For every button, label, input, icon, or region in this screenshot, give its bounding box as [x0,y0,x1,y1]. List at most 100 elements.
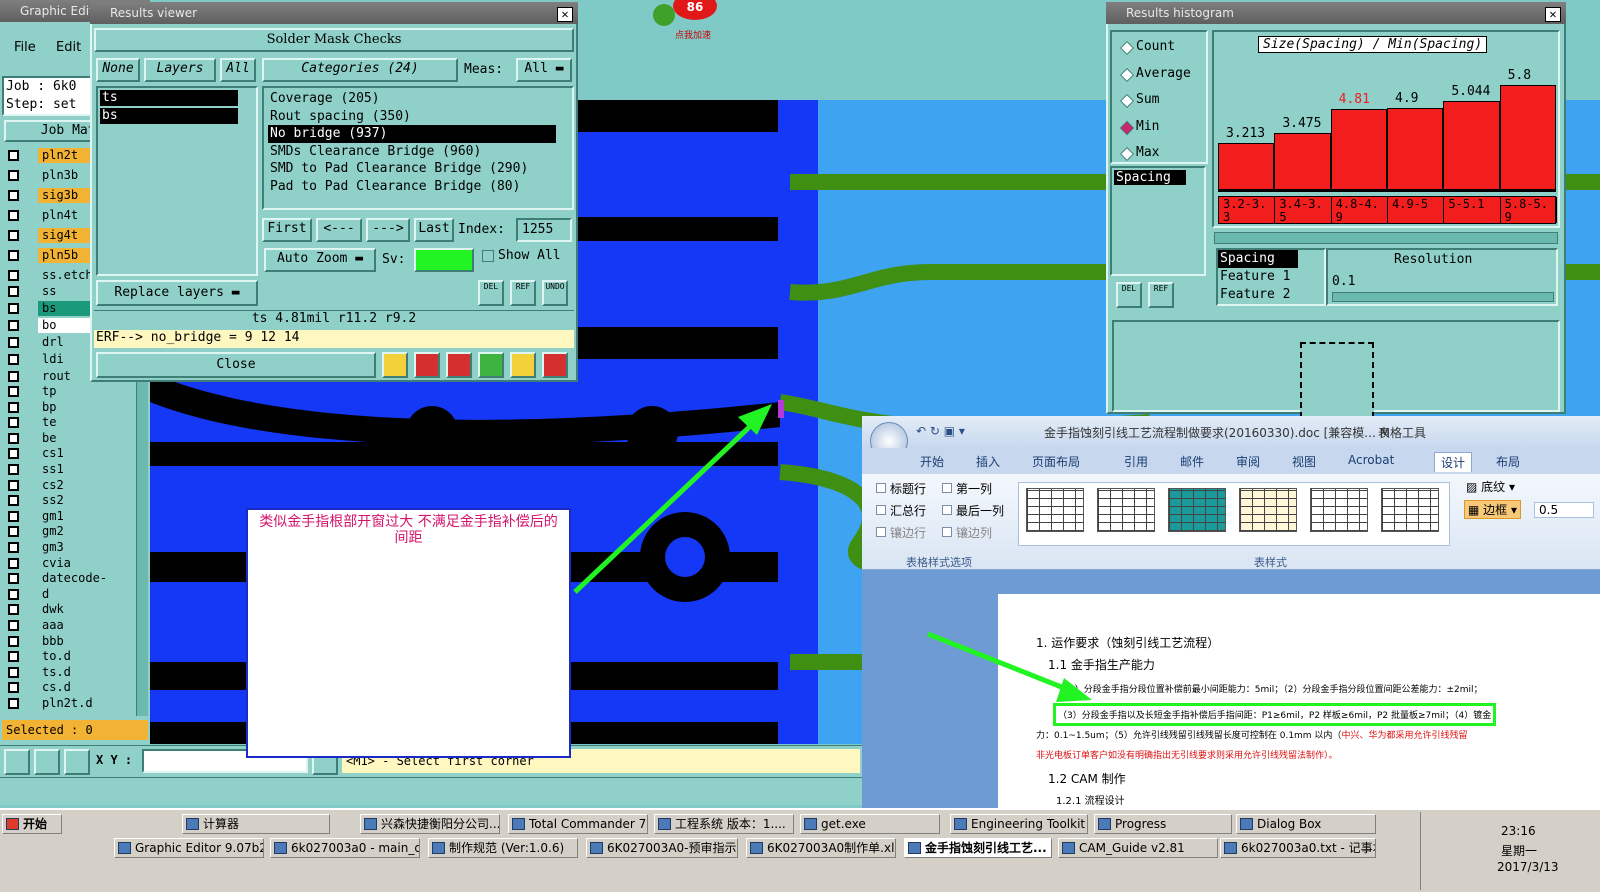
layer-row[interactable]: te [6,415,120,431]
layer-row[interactable]: datecode-pbe [6,571,120,602]
result-layer-item[interactable]: ts [100,90,238,106]
layer-row[interactable]: gm3 [6,540,120,555]
taskbar-item[interactable]: 金手指蚀刻引线工艺... [904,838,1052,858]
taskbar-item[interactable]: 6k027003a0 - main_qa [270,838,420,858]
taskbar-item[interactable]: Graphic Editor 9.07b2 (0... [114,838,264,858]
table-style-option[interactable]: 汇总行 [876,502,926,519]
stat-option[interactable]: Sum [1118,89,1208,111]
layer-row[interactable]: bbb [6,633,120,649]
histogram-title[interactable]: Results histogram [1106,2,1566,24]
layer-checkbox[interactable] [8,320,19,331]
table-style-thumbnail[interactable] [1097,488,1155,532]
taskbar-item[interactable]: Engineering Toolkit 9.... [950,814,1088,834]
sv-color-dropdown[interactable] [414,248,474,272]
category-item[interactable]: SMD to Pad Clearance Bridge (290) [268,160,568,178]
table-style-option[interactable]: 标题行 [876,480,926,497]
taskbar-item[interactable]: 兴森快捷衡阳分公司... [360,814,500,834]
prev-button[interactable]: <--- [316,218,362,242]
del-button[interactable]: DEL [1116,282,1142,308]
layer-checkbox[interactable] [8,354,19,365]
ribbon-tab[interactable]: Acrobat [1342,452,1400,468]
option-checkbox[interactable] [942,527,952,537]
table-style-option[interactable]: 镶边行 [876,524,926,541]
layer-checkbox[interactable] [8,479,19,491]
table-style-option[interactable]: 第一列 [942,480,992,497]
layer-checkbox[interactable] [8,190,19,201]
layer-row[interactable]: ss1 [6,462,120,477]
layers-button[interactable]: Layers [144,58,216,82]
layer-row[interactable]: gm2 [6,524,120,540]
feature-item[interactable]: Feature 2 [1218,286,1324,304]
stat-option[interactable]: Count [1118,36,1208,58]
taskbar-item[interactable]: 6K027003A0-预审指示.... [586,838,738,858]
layer-checkbox[interactable] [8,286,19,297]
resolution-slider[interactable] [1332,292,1554,302]
spacing-item[interactable]: Spacing [1114,170,1186,185]
shading-button[interactable]: ▨ 底纹 ▾ [1466,478,1515,495]
taskbar-item[interactable]: CAM_Guide v2.81 [1058,838,1218,858]
taskbar-item[interactable]: 6k027003a0.txt - 记事本 [1220,838,1376,858]
taskbar-item[interactable]: get.exe [800,814,940,834]
quick-access-icons[interactable]: ↶ ↻ ▣ ▾ [916,424,965,438]
close-button[interactable]: Close [96,352,376,378]
index-input[interactable]: 1255 [516,218,572,242]
option-checkbox[interactable] [876,527,886,537]
stat-option[interactable]: Min [1118,116,1208,138]
layer-row[interactable]: d [6,586,120,602]
layer-checkbox[interactable] [8,371,19,382]
layer-checkbox[interactable] [8,635,19,647]
marker-icon[interactable] [382,352,408,378]
layer-checkbox[interactable] [8,651,19,663]
notes-icon[interactable] [510,352,536,378]
layer-checkbox[interactable] [8,337,19,348]
taskbar-item[interactable]: 制作规范 (Ver:1.0.6) [428,838,578,858]
first-button[interactable]: First [262,218,312,242]
cross-icon[interactable] [446,352,472,378]
layer-checkbox[interactable] [8,401,19,413]
layer-checkbox[interactable] [8,417,19,429]
layer-checkbox[interactable] [8,542,19,553]
layer-row[interactable]: cs.d [6,680,120,696]
close-icon[interactable]: ✕ [1545,7,1561,22]
meas-dropdown[interactable]: All ▬ [516,58,572,82]
taskbar-item[interactable]: 计算器 [182,814,330,834]
table-style-thumbnail[interactable] [1310,488,1368,532]
replace-layers-dropdown[interactable]: Replace layers ▬ [96,280,258,306]
last-button[interactable]: Last [414,218,454,242]
category-item[interactable]: No bridge (937) [268,125,556,143]
del-button[interactable]: DEL [478,280,504,306]
table-style-option[interactable]: 镶边列 [942,524,992,541]
layer-row[interactable]: pln2t.d [6,696,120,711]
categories-button[interactable]: Categories (24) [262,58,458,82]
feature-item[interactable]: Spacing [1218,250,1298,268]
histogram-bar[interactable] [1499,85,1556,190]
layer-checkbox[interactable] [8,270,19,281]
histogram-bar[interactable] [1387,108,1444,190]
layer-checkbox[interactable] [8,250,19,261]
category-item[interactable]: Coverage (205) [268,90,568,108]
ref-button[interactable]: REF [1148,282,1174,308]
option-checkbox[interactable] [942,483,952,493]
layer-row[interactable]: ss2 [6,493,120,509]
word-title-bar[interactable]: ↶ ↻ ▣ ▾ 金手指蚀刻引线工艺流程制做要求(20160330).doc [兼… [862,416,1600,460]
layer-checkbox[interactable] [8,170,19,181]
stat-option[interactable]: Average [1118,63,1208,85]
layer-checkbox[interactable] [8,604,19,616]
layer-row[interactable]: aaa [6,618,120,633]
layer-row[interactable]: be [6,430,120,446]
layer-row[interactable]: ts.d [6,664,120,680]
menu-edit[interactable]: Edit [56,40,81,55]
layer-checkbox[interactable] [8,386,19,397]
histogram-bar[interactable] [1330,109,1387,190]
close-icon[interactable]: ✕ [557,7,573,22]
layer-checkbox[interactable] [8,698,19,709]
measure-icon[interactable] [34,749,60,775]
results-viewer-title[interactable]: Results viewer [90,2,578,24]
layer-row[interactable]: cs1 [6,446,120,462]
layer-checkbox[interactable] [8,464,19,475]
undo-button[interactable]: UNDO [542,280,568,306]
auto-zoom-dropdown[interactable]: Auto Zoom ▬ [264,248,376,272]
ribbon-tab[interactable]: 页面布局 [1026,452,1086,471]
ribbon-tab[interactable]: 邮件 [1174,452,1210,471]
taskbar-item[interactable]: Dialog Box [1236,814,1376,834]
